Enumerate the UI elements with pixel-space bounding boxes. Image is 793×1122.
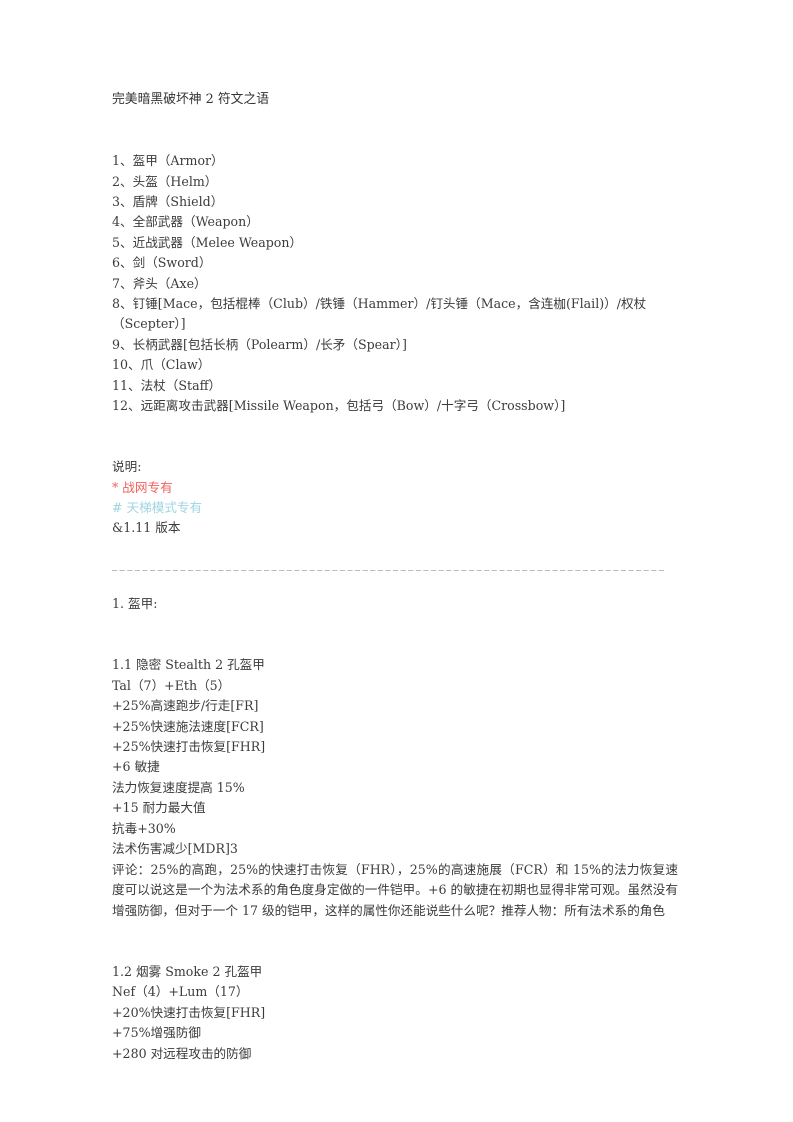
runeword-runes: Nef（4）+Lum（17） [112, 984, 249, 1000]
section-divider [112, 570, 678, 594]
runeword-stat: +20%快速打击恢复[FHR] [112, 1004, 266, 1020]
runeword-stat: 法力恢复速度提高 15% [112, 779, 245, 795]
list-item: 2、头盔（Helm） [112, 173, 218, 189]
list-item: 4、全部武器（Weapon） [112, 214, 259, 230]
section-heading-armor: 1. 盔甲: [112, 596, 158, 612]
runeword-stat: +25%快速施法速度[FCR] [112, 718, 264, 734]
legend-heading: 说明: [112, 459, 142, 475]
list-item: 1、盔甲（Armor） [112, 153, 224, 169]
runeword-heading: 1.2 烟雾 Smoke 2 孔盔甲 [112, 964, 263, 980]
runeword-stat: +15 耐力最大值 [112, 800, 206, 816]
runeword-comment: 评论：25%的高跑，25%的快速打击恢复（FHR），25%的高速施展（FCR）和… [112, 861, 678, 918]
list-item: 10、爪（Claw） [112, 357, 211, 373]
runeword-runes: Tal（7）+Eth（5） [112, 677, 231, 693]
runeword-stat: 抗毒+30% [112, 820, 176, 836]
list-item: 5、近战武器（Melee Weapon） [112, 234, 303, 250]
document-title: 完美暗黑破坏神 2 符文之语 [112, 92, 270, 107]
legend-entry-battlenet: * 战网专有 [112, 479, 173, 495]
list-item: 7、斧头（Axe） [112, 275, 207, 291]
runeword-stat: +25%快速打击恢复[FHR] [112, 739, 266, 755]
legend-entry-version: &1.11 版本 [112, 520, 181, 536]
list-item: 9、长柄武器[包括长柄（Polearm）/长矛（Spear）] [112, 336, 407, 352]
runeword-stat: +280 对远程攻击的防御 [112, 1045, 252, 1061]
document-body: 完美暗黑破坏神 2 符文之语 1、盔甲（Armor） 2、头盔（Helm） 3、… [112, 90, 678, 1064]
list-item: 11、法杖（Staff） [112, 377, 222, 393]
runeword-heading: 1.1 隐密 Stealth 2 孔盔甲 [112, 657, 265, 673]
list-item: 6、剑（Sword） [112, 255, 212, 271]
list-item: 8、钉锤[Mace，包括棍棒（Club）/铁锤（Hammer）/钉头锤（Mace… [112, 296, 647, 332]
runeword-stat: 法术伤害减少[MDR]3 [112, 841, 238, 857]
divider-rule [112, 570, 666, 572]
list-item: 12、远距离攻击武器[Missile Weapon，包括弓（Bow）/十字弓（C… [112, 398, 566, 414]
runeword-stat: +25%高速跑步/行走[FR] [112, 698, 259, 714]
list-item: 3、盾牌（Shield） [112, 194, 224, 209]
runeword-stat: +75%增强防御 [112, 1025, 201, 1041]
runeword-stat: +6 敏捷 [112, 759, 160, 775]
legend-entry-ladder: # 天梯模式专有 [112, 500, 203, 516]
